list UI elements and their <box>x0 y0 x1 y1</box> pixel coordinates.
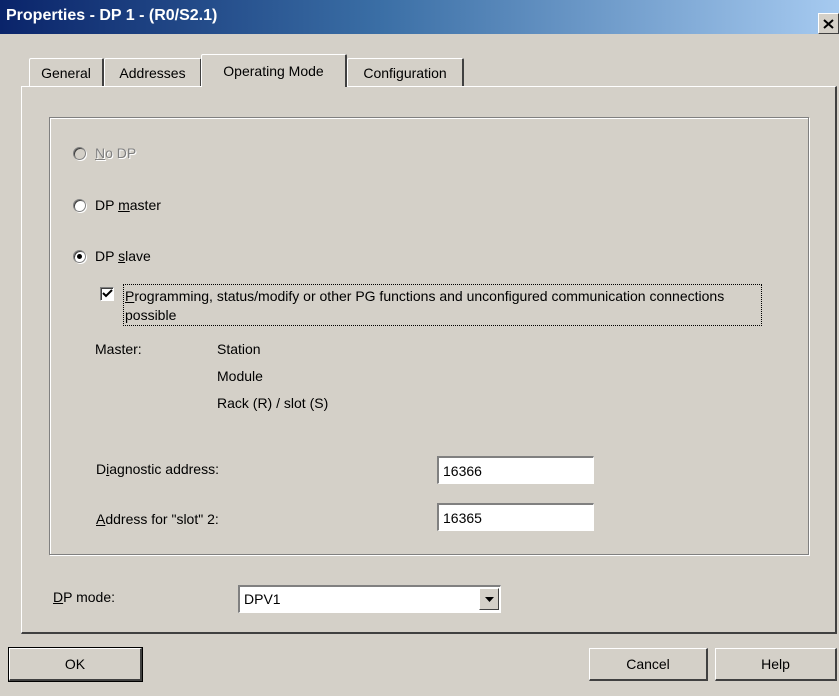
tab-addresses[interactable]: Addresses <box>104 58 202 86</box>
tab-addresses-label: Addresses <box>119 64 186 81</box>
help-button[interactable]: Help <box>715 648 837 681</box>
tab-operating-mode[interactable]: Operating Mode <box>201 54 347 87</box>
cancel-button[interactable]: Cancel <box>589 648 708 681</box>
help-button-label: Help <box>761 656 790 672</box>
close-icon <box>823 18 834 29</box>
tab-configuration[interactable]: Configuration <box>347 58 464 86</box>
tab-panel <box>21 86 837 634</box>
ok-button-label: OK <box>64 656 86 672</box>
title-bar: Properties - DP 1 - (R0/S2.1) <box>0 0 839 34</box>
tab-configuration-label: Configuration <box>363 64 447 81</box>
close-button[interactable] <box>818 13 839 34</box>
cancel-button-label: Cancel <box>626 656 670 672</box>
tab-operating-mode-label: Operating Mode <box>223 63 324 79</box>
ok-button[interactable]: OK <box>8 647 143 682</box>
tab-general-label: General <box>41 64 91 81</box>
window-title: Properties - DP 1 - (R0/S2.1) <box>6 7 218 24</box>
tab-general[interactable]: General <box>29 58 104 86</box>
